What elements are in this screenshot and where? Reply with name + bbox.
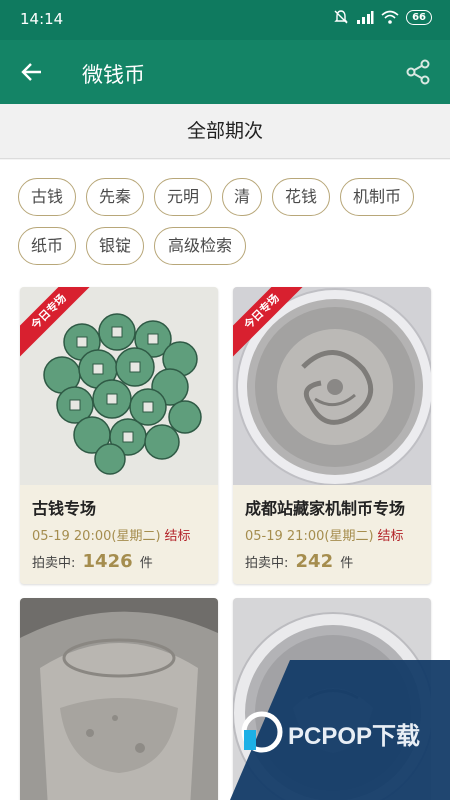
watermark-overlay: PCPOP下载 — [230, 660, 450, 800]
chip-gu-qian[interactable]: 古钱 — [18, 178, 76, 216]
count-label: 拍卖中: — [32, 556, 76, 571]
chip-hua-qian[interactable]: 花钱 — [272, 178, 330, 216]
chip-xian-qin[interactable]: 先秦 — [86, 178, 144, 216]
coins-pile-image: 今日专场 — [20, 287, 218, 485]
card-status: 结标 — [164, 529, 191, 544]
chip-zhi-bi[interactable]: 纸币 — [18, 227, 76, 265]
chip-qing[interactable]: 清 — [222, 178, 262, 216]
auction-card-ancient-coins[interactable]: 今日专场 古钱专场 05-19 20:00(星期二) 结标 拍卖中: 1426 件 — [20, 287, 218, 584]
advanced-search-button[interactable]: 高级检索 — [154, 227, 246, 265]
chip-yin-ding[interactable]: 银锭 — [86, 227, 144, 265]
silver-dragon-coin-image: 今日专场 — [233, 287, 431, 485]
ribbon-label: 今日专场 — [20, 287, 90, 357]
chip-ji-zhi-bi[interactable]: 机制币 — [340, 178, 414, 216]
signal-icon — [357, 11, 374, 24]
share-icon[interactable] — [404, 58, 432, 86]
chip-yuan-ming[interactable]: 元明 — [154, 178, 212, 216]
count-unit: 件 — [139, 556, 153, 571]
battery-indicator: 66 — [406, 9, 432, 25]
count-unit: 件 — [340, 556, 354, 571]
status-bar: 14:14 66 — [0, 0, 450, 40]
period-label: 全部期次 — [186, 120, 263, 142]
card-title: 成都站藏家机制币专场 — [245, 499, 406, 518]
period-selector[interactable]: 全部期次 — [0, 104, 450, 159]
card-status: 结标 — [377, 529, 404, 544]
card-time-text: 05-19 20:00(星期二) — [32, 529, 161, 544]
status-icons: 66 — [333, 9, 432, 25]
count-label: 拍卖中: — [245, 556, 289, 571]
back-arrow-icon[interactable] — [18, 58, 46, 86]
app-bar: 微钱币 — [0, 40, 450, 104]
watermark-text: PCPOP下载 — [288, 723, 420, 750]
card-count-row: 拍卖中: 1426 件 — [32, 551, 206, 572]
ribbon-label: 今日专场 — [233, 287, 303, 357]
lot-count: 242 — [295, 551, 334, 572]
page-title: 微钱币 — [82, 63, 145, 87]
watermark-logo-icon: PCPOP下载 — [230, 660, 450, 800]
mute-bell-icon — [334, 10, 348, 24]
silver-ingot-image — [20, 598, 218, 800]
category-filters: 古钱 先秦 元明 清 花钱 机制币 纸币 银锭 高级检索 — [0, 160, 450, 280]
auction-card-machine-coins[interactable]: 今日专场 成都站藏家机制币专场 05-19 21:00(星期二) 结标 拍卖中: … — [233, 287, 431, 584]
card-title: 古钱专场 — [32, 499, 97, 518]
today-ribbon: 今日专场 — [20, 287, 90, 357]
auction-card-silver-ingot[interactable] — [20, 598, 218, 800]
lot-count: 1426 — [82, 551, 133, 572]
status-time: 14:14 — [20, 10, 64, 28]
today-ribbon: 今日专场 — [233, 287, 303, 357]
wifi-icon — [381, 10, 399, 24]
card-time: 05-19 21:00(星期二) 结标 — [245, 525, 419, 544]
card-count-row: 拍卖中: 242 件 — [245, 551, 419, 572]
card-time-text: 05-19 21:00(星期二) — [245, 529, 374, 544]
card-time: 05-19 20:00(星期二) 结标 — [32, 525, 206, 544]
